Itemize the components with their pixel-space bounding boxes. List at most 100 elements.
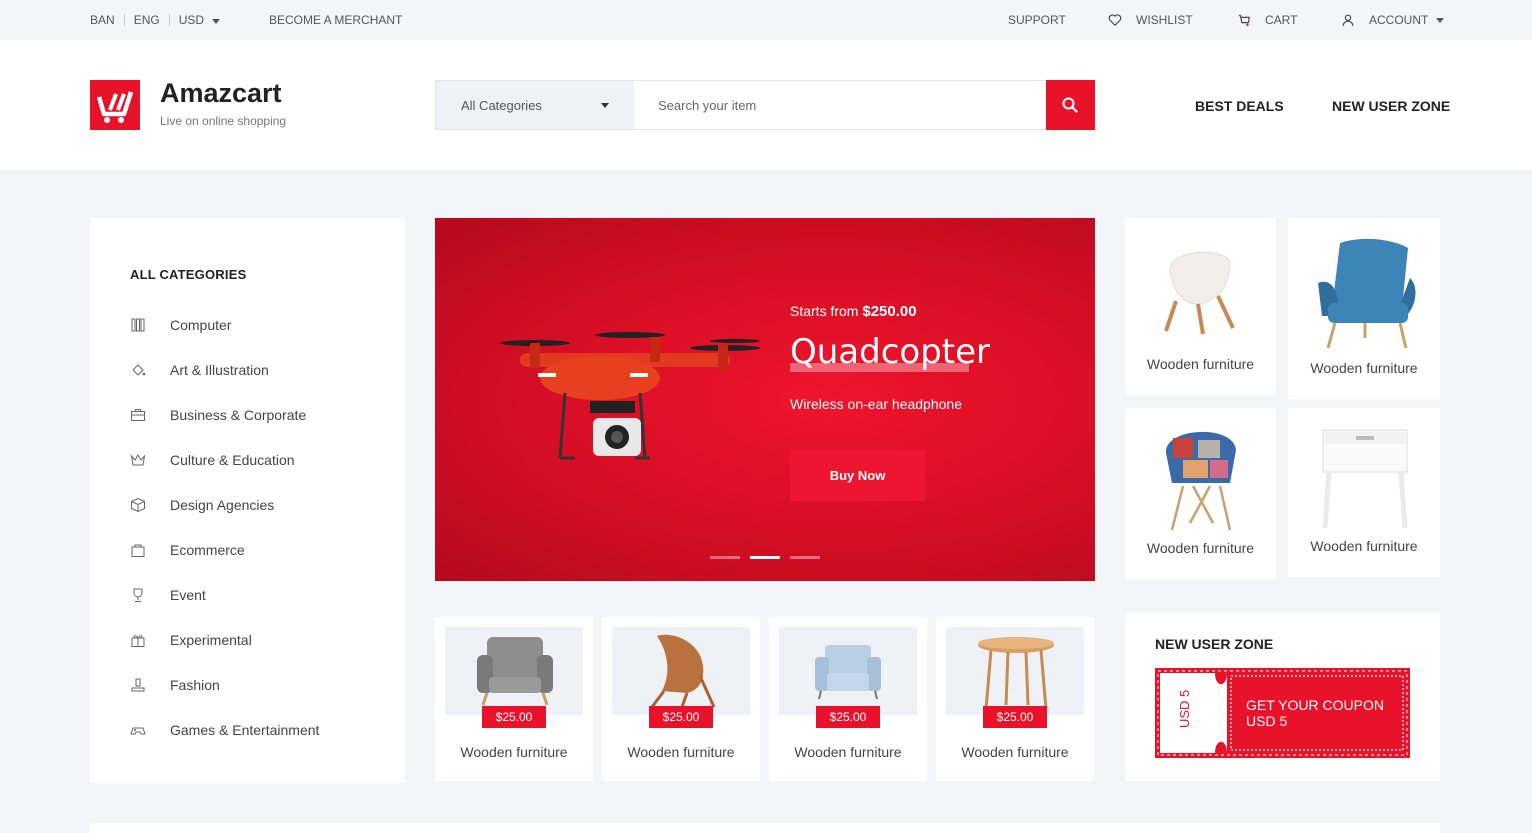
divider (168, 14, 170, 26)
computer-icon (131, 318, 145, 332)
sidebar-item-experimental[interactable]: Experimental (130, 630, 252, 650)
quadcopter-image (500, 332, 760, 460)
tile-name: Wooden furniture (1310, 360, 1418, 376)
price-badge: $25.00 (816, 706, 880, 728)
hero-slider[interactable]: Starts from $250.00 Quadcopter Wireless … (435, 218, 1095, 581)
top-bar: BAN ENG USD BECOME A MERCHANT SUPPORT WI… (0, 0, 1532, 40)
currency-label: USD (178, 13, 205, 27)
grey-armchair-image (477, 637, 553, 706)
sidebar-item-label: Games & Entertainment (170, 722, 320, 738)
price-badge: $25.00 (983, 706, 1047, 728)
tile-name: Wooden furniture (1146, 540, 1255, 556)
chevron-down-icon (212, 19, 221, 24)
product-card[interactable]: $25.00 Wooden furniture (769, 617, 927, 781)
patchwork-chair-image (1165, 431, 1236, 531)
slider-dot-active[interactable] (750, 556, 780, 559)
category-select-value: All Categories (461, 98, 542, 113)
sidebar-item-ecommerce[interactable]: Ecommerce (130, 540, 245, 560)
user-icon (1342, 14, 1354, 26)
product-name: Wooden furniture (961, 744, 1069, 760)
shopping-bag-icon (131, 544, 145, 557)
sidebar-item-label: Design Agencies (170, 497, 275, 513)
locale-selectors: BAN ENG USD (90, 13, 221, 27)
hero-subtitle: Wireless on-ear headphone (790, 396, 962, 412)
search-button[interactable] (1046, 80, 1095, 130)
brand-tagline: Live on online shopping (160, 114, 287, 128)
product-tile[interactable]: Wooden furniture (1125, 408, 1276, 579)
account-label: ACCOUNT (1369, 13, 1429, 27)
tile-name: Wooden furniture (1310, 538, 1418, 554)
chevron-down-icon (1436, 17, 1445, 23)
product-name: Wooden furniture (627, 744, 735, 760)
coupon-ticket[interactable]: USD 5 GET YOUR COUPON USD 5 (1155, 668, 1410, 758)
box-icon (131, 497, 145, 513)
cart-label: CART (1265, 13, 1298, 27)
product-image-bg (946, 627, 1084, 715)
sidebar-item-label: Event (170, 587, 206, 603)
cart-link[interactable]: CART (1237, 13, 1297, 27)
category-sidebar: ALL CATEGORIES Computer Art & Illustrati… (90, 218, 405, 783)
wishlist-link[interactable]: WISHLIST (1108, 13, 1193, 27)
hero-starts-label: Starts from (790, 303, 859, 319)
new-user-zone-card: NEW USER ZONE USD 5 GET YOUR COUPON USD … (1125, 613, 1440, 781)
product-card[interactable]: $25.00 Wooden furniture (936, 617, 1094, 781)
sidebar-item-event[interactable]: Event (130, 585, 206, 605)
category-select[interactable]: All Categories (435, 80, 635, 130)
round-table-image (978, 637, 1054, 710)
sidebar-item-label: Culture & Education (170, 452, 295, 468)
shell-chair-image (650, 634, 716, 708)
sidebar-item-fashion[interactable]: Fashion (130, 675, 220, 695)
trophy-icon (133, 588, 143, 602)
price-badge: $25.00 (649, 706, 713, 728)
sidebar-item-art[interactable]: Art & Illustration (130, 360, 269, 380)
hero-title: Quadcopter (790, 332, 991, 372)
product-image-bg (779, 627, 917, 715)
product-name: Wooden furniture (460, 744, 568, 760)
language-ban[interactable]: BAN (90, 13, 115, 27)
tile-name: Wooden furniture (1146, 356, 1255, 372)
support-label: SUPPORT (1008, 13, 1066, 27)
sidebar-item-label: Computer (170, 317, 232, 333)
slider-dot[interactable] (710, 556, 740, 559)
search-input[interactable] (634, 80, 1046, 130)
cart-logo-icon (96, 91, 134, 123)
cart-icon (1238, 15, 1250, 27)
hero-price-line: Starts from $250.00 (790, 303, 917, 320)
main-header: Amazcart Live on online shopping All Cat… (0, 40, 1532, 170)
slider-dots (710, 556, 830, 559)
sidebar-item-culture[interactable]: Culture & Education (130, 450, 295, 470)
brand-name[interactable]: Amazcart (160, 78, 282, 109)
divider (123, 14, 125, 26)
new-user-zone-link[interactable]: NEW USER ZONE (1332, 98, 1450, 114)
blue-armchair-image (815, 645, 881, 700)
sidebar-item-games[interactable]: Games & Entertainment (130, 720, 319, 740)
sidebar-item-business[interactable]: Business & Corporate (130, 405, 306, 425)
product-card[interactable]: $25.00 Wooden furniture (602, 617, 760, 781)
new-user-zone-title: NEW USER ZONE (1155, 636, 1274, 652)
price-badge: $25.00 (482, 706, 546, 728)
sidebar-item-label: Art & Illustration (170, 362, 269, 378)
paint-bucket-icon (132, 364, 146, 376)
shell-chair-image (1164, 251, 1235, 335)
stamp-icon (131, 678, 145, 692)
gift-icon (131, 635, 145, 647)
product-tile[interactable]: Wooden furniture (1125, 218, 1276, 395)
sidebar-item-design[interactable]: Design Agencies (130, 495, 274, 515)
language-eng[interactable]: ENG (134, 13, 160, 27)
sidebar-item-computer[interactable]: Computer (130, 315, 231, 335)
briefcase-icon (131, 409, 145, 421)
best-deals-link[interactable]: BEST DEALS (1195, 98, 1284, 114)
become-merchant-link[interactable]: BECOME A MERCHANT (269, 13, 402, 27)
chevron-down-icon (601, 103, 609, 108)
product-card[interactable]: $25.00 Wooden furniture (435, 617, 593, 781)
support-link[interactable]: SUPPORT (1008, 13, 1066, 27)
sidebar-item-label: Business & Corporate (170, 407, 307, 423)
account-menu[interactable]: ACCOUNT (1341, 13, 1445, 27)
slider-dot[interactable] (790, 556, 820, 559)
product-tile[interactable]: Wooden furniture (1288, 218, 1440, 399)
crown-icon (130, 454, 146, 466)
buy-now-button[interactable]: Buy Now (790, 450, 925, 501)
product-tile[interactable]: Wooden furniture (1288, 408, 1440, 577)
brand-logo[interactable] (90, 80, 140, 130)
currency-select[interactable]: USD (178, 13, 221, 27)
